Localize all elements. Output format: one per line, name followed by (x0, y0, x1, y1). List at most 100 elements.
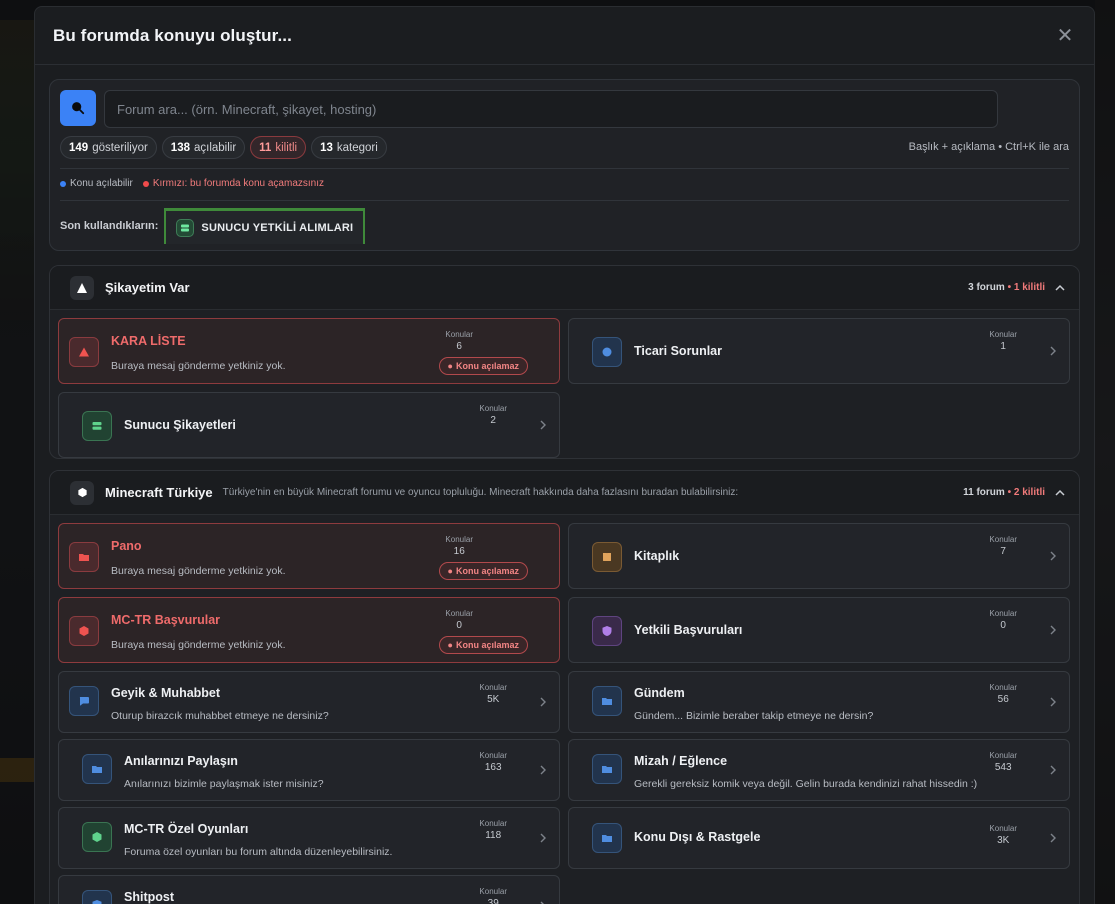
recent-forums: Son kullandıkların: SUNUCU YETKİLİ ALIML… (60, 208, 366, 244)
forum-title: Sunucu Şikayetleri (124, 418, 236, 432)
close-button[interactable]: ✕ (1054, 25, 1076, 47)
shield-icon (82, 890, 112, 904)
forum-title: Mizah / Eğlence (634, 754, 728, 768)
create-thread-modal: Bu forumda konuyu oluştur... ✕ 149göster… (34, 6, 1095, 904)
search-button[interactable] (60, 90, 96, 126)
folder-icon (82, 754, 112, 784)
forum-title: Geyik & Muhabbet (111, 686, 221, 700)
divider (60, 200, 1069, 201)
chevron-right-icon (540, 420, 546, 430)
chip-openable[interactable]: 138 açılabilir (161, 136, 246, 159)
hexagon-icon (69, 616, 99, 646)
forum-search-input[interactable] (104, 90, 998, 128)
forum-card-gundem[interactable]: Gündem Gündem... Bizimle beraber takip e… (568, 671, 1070, 733)
forum-card-mctr-basvurular[interactable]: MC-TR Başvurular Buraya mesaj gönderme y… (58, 597, 560, 663)
forum-card-kara-liste[interactable]: KARA LİSTE Buraya mesaj gönderme yetkini… (58, 318, 560, 384)
legend-open: Konu açılabilir (60, 178, 133, 189)
topics-stat: Konular 3K (989, 824, 1017, 846)
chevron-up-icon[interactable] (1053, 486, 1067, 500)
category-header[interactable]: Minecraft Türkiye Türkiye'nin en büyük M… (50, 471, 1079, 515)
forum-title: Anılarınızı Paylaşın (124, 754, 238, 768)
category-description: Türkiye'nin en büyük Minecraft forumu ve… (222, 487, 739, 498)
cube-icon (70, 480, 94, 505)
topics-stat: Konular 0 (445, 609, 473, 631)
topics-stat: Konular 16 (445, 535, 473, 557)
forum-title: MC-TR Başvurular (111, 613, 221, 627)
divider (60, 168, 1069, 169)
forum-card-geyik-muhabbet[interactable]: Geyik & Muhabbet Oturup birazcık muhabbe… (58, 671, 560, 733)
forum-description: Buraya mesaj gönderme yetkiniz yok. (111, 360, 286, 372)
category-title: Minecraft Türkiye (105, 485, 213, 500)
topics-stat: Konular 163 (479, 751, 507, 773)
warning-triangle-icon (70, 275, 94, 300)
forum-card-kitaplik[interactable]: Kitaplık Konular 7 (568, 523, 1070, 589)
folder-icon (69, 542, 99, 572)
forum-description: Gündem... Bizimle beraber takip etmeye n… (634, 710, 874, 722)
forum-description: Gerekli gereksiz komik veya değil. Gelin… (634, 778, 978, 790)
category-sikayetim-var: Şikayetim Var 3 forum • 1 kilitli KARA L… (49, 265, 1080, 459)
blue-dot-icon (60, 180, 66, 187)
circle-icon (592, 337, 622, 367)
topics-stat: Konular 5K (479, 683, 507, 705)
forum-card-anilarinizi-paylasin[interactable]: Anılarınızı Paylaşın Anılarınızı bizimle… (58, 739, 560, 801)
chevron-right-icon (1050, 833, 1056, 843)
forum-card-ticari-sorunlar[interactable]: Ticari Sorunlar Konular 1 (568, 318, 1070, 384)
forum-card-yetkili-basvurulari[interactable]: Yetkili Başvuruları Konular 0 (568, 597, 1070, 663)
forum-description: Foruma özel oyunları bu forum altında dü… (124, 846, 393, 858)
forum-description: Oturup birazcık muhabbet etmeye ne dersi… (111, 710, 329, 722)
forum-description: Buraya mesaj gönderme yetkiniz yok. (111, 639, 286, 651)
category-header[interactable]: Şikayetim Var 3 forum • 1 kilitli (50, 266, 1079, 310)
search-icon (72, 102, 85, 115)
chevron-right-icon (1050, 697, 1056, 707)
forum-title: KARA LİSTE (111, 334, 186, 348)
chevron-right-icon (540, 901, 544, 904)
forum-title: Kitaplık (634, 549, 680, 563)
forum-card-mizah-eglence[interactable]: Mizah / Eğlence Gerekli gereksiz komik v… (568, 739, 1070, 801)
topics-stat: Konular 0 (989, 609, 1017, 631)
fire-icon: ● (447, 566, 453, 576)
forum-title: Yetkili Başvuruları (634, 623, 743, 637)
chat-bubble-icon (69, 686, 99, 716)
stats-chips: 149 gösteriliyor 138 açılabilir 11 kilitli … (60, 136, 387, 159)
topics-stat: Konular 2 (479, 404, 507, 426)
category-minecraft-turkiye: Minecraft Türkiye Türkiye'nin en büyük M… (49, 470, 1080, 904)
chevron-right-icon (540, 697, 546, 707)
category-title: Şikayetim Var (105, 280, 190, 295)
topics-stat: Konular 39 (479, 887, 507, 904)
legend: Konu açılabilir Kırmızı: bu forumda konu… (60, 178, 324, 189)
chip-categories[interactable]: 13 kategori (311, 136, 387, 159)
topics-stat: Konular 6 (445, 330, 473, 352)
chip-shown[interactable]: 149 gösteriliyor (60, 136, 157, 159)
folder-icon (592, 754, 622, 784)
forum-title: Ticari Sorunlar (634, 344, 722, 358)
chevron-right-icon (1050, 625, 1056, 635)
folder-icon (592, 823, 622, 853)
forum-card-pano[interactable]: Pano Buraya mesaj gönderme yetkiniz yok.… (58, 523, 560, 589)
server-icon (176, 218, 195, 237)
folder-icon (592, 686, 622, 716)
chevron-up-icon[interactable] (1053, 281, 1067, 295)
category-meta: 3 forum • 1 kilitli (968, 282, 1045, 293)
chevron-right-icon (1050, 346, 1056, 356)
chip-locked[interactable]: 11 kilitli (250, 136, 307, 159)
hexagon-icon (82, 822, 112, 852)
forum-search-panel: 149gösteriliyor 138açılabilir 11kilitli … (49, 79, 1080, 251)
topics-stat: Konular 7 (989, 535, 1017, 557)
legend-locked: Kırmızı: bu forumda konu açamazsınız (142, 178, 324, 189)
forum-card-konu-disi-rastgele[interactable]: Konu Dışı & Rastgele Konular 3K (568, 807, 1070, 869)
chevron-right-icon (1050, 765, 1056, 775)
topics-stat: Konular 56 (989, 683, 1017, 705)
chevron-right-icon (1050, 551, 1056, 561)
forum-title: MC-TR Özel Oyunları (124, 822, 249, 836)
forum-description: Anılarınızı bizimle paylaşmak ister misi… (124, 778, 324, 790)
forum-card-shitpost[interactable]: Shitpost Konular 39 (58, 875, 560, 904)
recent-forum-label: SUNUCU YETKİLİ ALIMLARI (201, 221, 354, 234)
alert-triangle-icon (69, 337, 99, 367)
close-icon: ✕ (1056, 25, 1074, 47)
forum-card-sunucu-sikayetleri[interactable]: Sunucu Şikayetleri Konular 2 (58, 392, 560, 458)
search-hint: Başlık + açıklama • Ctrl+K ile ara (908, 141, 1069, 153)
modal-header: Bu forumda konuyu oluştur... ✕ (35, 7, 1094, 65)
recent-forum-chip[interactable]: SUNUCU YETKİLİ ALIMLARI (164, 208, 366, 244)
forum-title: Konu Dışı & Rastgele (634, 830, 761, 844)
forum-card-mctr-ozel-oyunlari[interactable]: MC-TR Özel Oyunları Foruma özel oyunları… (58, 807, 560, 869)
